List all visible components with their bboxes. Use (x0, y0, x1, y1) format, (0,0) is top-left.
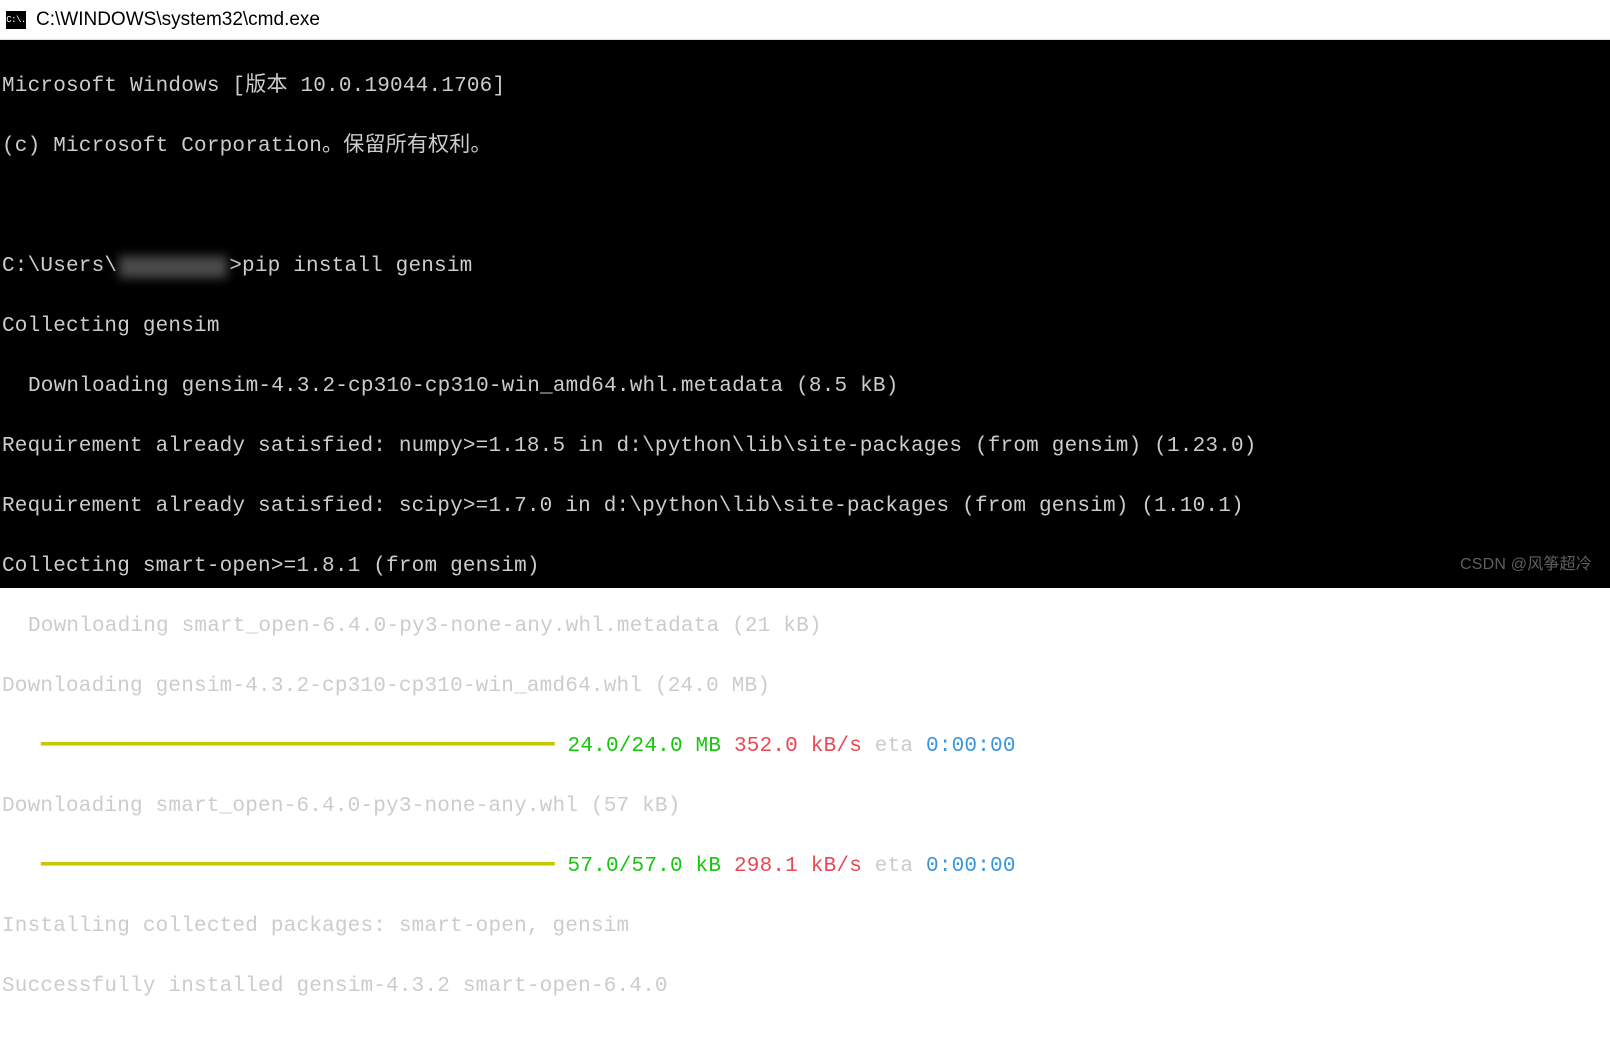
progress-speed: 352.0 kB/s (721, 735, 862, 758)
copyright-line: (c) Microsoft Corporation。保留所有权利。 (2, 132, 1610, 162)
os-header-line: Microsoft Windows [版本 10.0.19044.1706] (2, 72, 1610, 102)
output-download-metadata-gensim: Downloading gensim-4.3.2-cp310-cp310-win… (2, 372, 1610, 402)
progress-eta-label: eta (862, 855, 913, 878)
entered-command: pip install gensim (242, 252, 472, 282)
terminal-output[interactable]: Microsoft Windows [版本 10.0.19044.1706] (… (0, 40, 1610, 588)
progress-size: 57.0/57.0 kB (555, 855, 721, 878)
output-requirement-scipy: Requirement already satisfied: scipy>=1.… (2, 492, 1610, 522)
progress-bar: ━━━━━━━━━━━━━━━━━━━━━━━━━━━━━━━━━━━━━━━━ (41, 735, 555, 758)
window-title-bar[interactable]: C:\. C:\WINDOWS\system32\cmd.exe (0, 0, 1610, 40)
watermark-text: CSDN @风筝超冷 (1460, 550, 1592, 580)
output-installing: Installing collected packages: smart-ope… (2, 912, 1610, 942)
progress-eta-label: eta (862, 735, 913, 758)
progress-bar: ━━━━━━━━━━━━━━━━━━━━━━━━━━━━━━━━━━━━━━━━ (41, 855, 555, 878)
output-requirement-numpy: Requirement already satisfied: numpy>=1.… (2, 432, 1610, 462)
progress-line-smartopen: ━━━━━━━━━━━━━━━━━━━━━━━━━━━━━━━━━━━━━━━━… (2, 852, 1610, 882)
prompt-suffix: > (229, 252, 242, 282)
output-download-smartopen-whl: Downloading smart_open-6.4.0-py3-none-an… (2, 792, 1610, 822)
progress-eta-time: 0:00:00 (913, 735, 1015, 758)
command-prompt-line: C:\Users\ >pip install gensim (2, 252, 1610, 282)
window-title: C:\WINDOWS\system32\cmd.exe (36, 9, 320, 31)
output-collecting-gensim: Collecting gensim (2, 312, 1610, 342)
cmd-icon: C:\. (6, 11, 26, 29)
progress-speed: 298.1 kB/s (721, 855, 862, 878)
progress-line-gensim: ━━━━━━━━━━━━━━━━━━━━━━━━━━━━━━━━━━━━━━━━… (2, 732, 1610, 762)
progress-eta-time: 0:00:00 (913, 855, 1015, 878)
blurred-username (119, 256, 227, 278)
output-collecting-smartopen: Collecting smart-open>=1.8.1 (from gensi… (2, 552, 1610, 582)
progress-size: 24.0/24.0 MB (555, 735, 721, 758)
output-download-gensim-whl: Downloading gensim-4.3.2-cp310-cp310-win… (2, 672, 1610, 702)
output-success: Successfully installed gensim-4.3.2 smar… (2, 972, 1610, 1002)
prompt-prefix: C:\Users\ (2, 252, 117, 282)
output-download-metadata-smartopen: Downloading smart_open-6.4.0-py3-none-an… (2, 612, 1610, 642)
cmd-icon-text: C:\. (6, 15, 26, 25)
blank-line (2, 192, 1610, 222)
